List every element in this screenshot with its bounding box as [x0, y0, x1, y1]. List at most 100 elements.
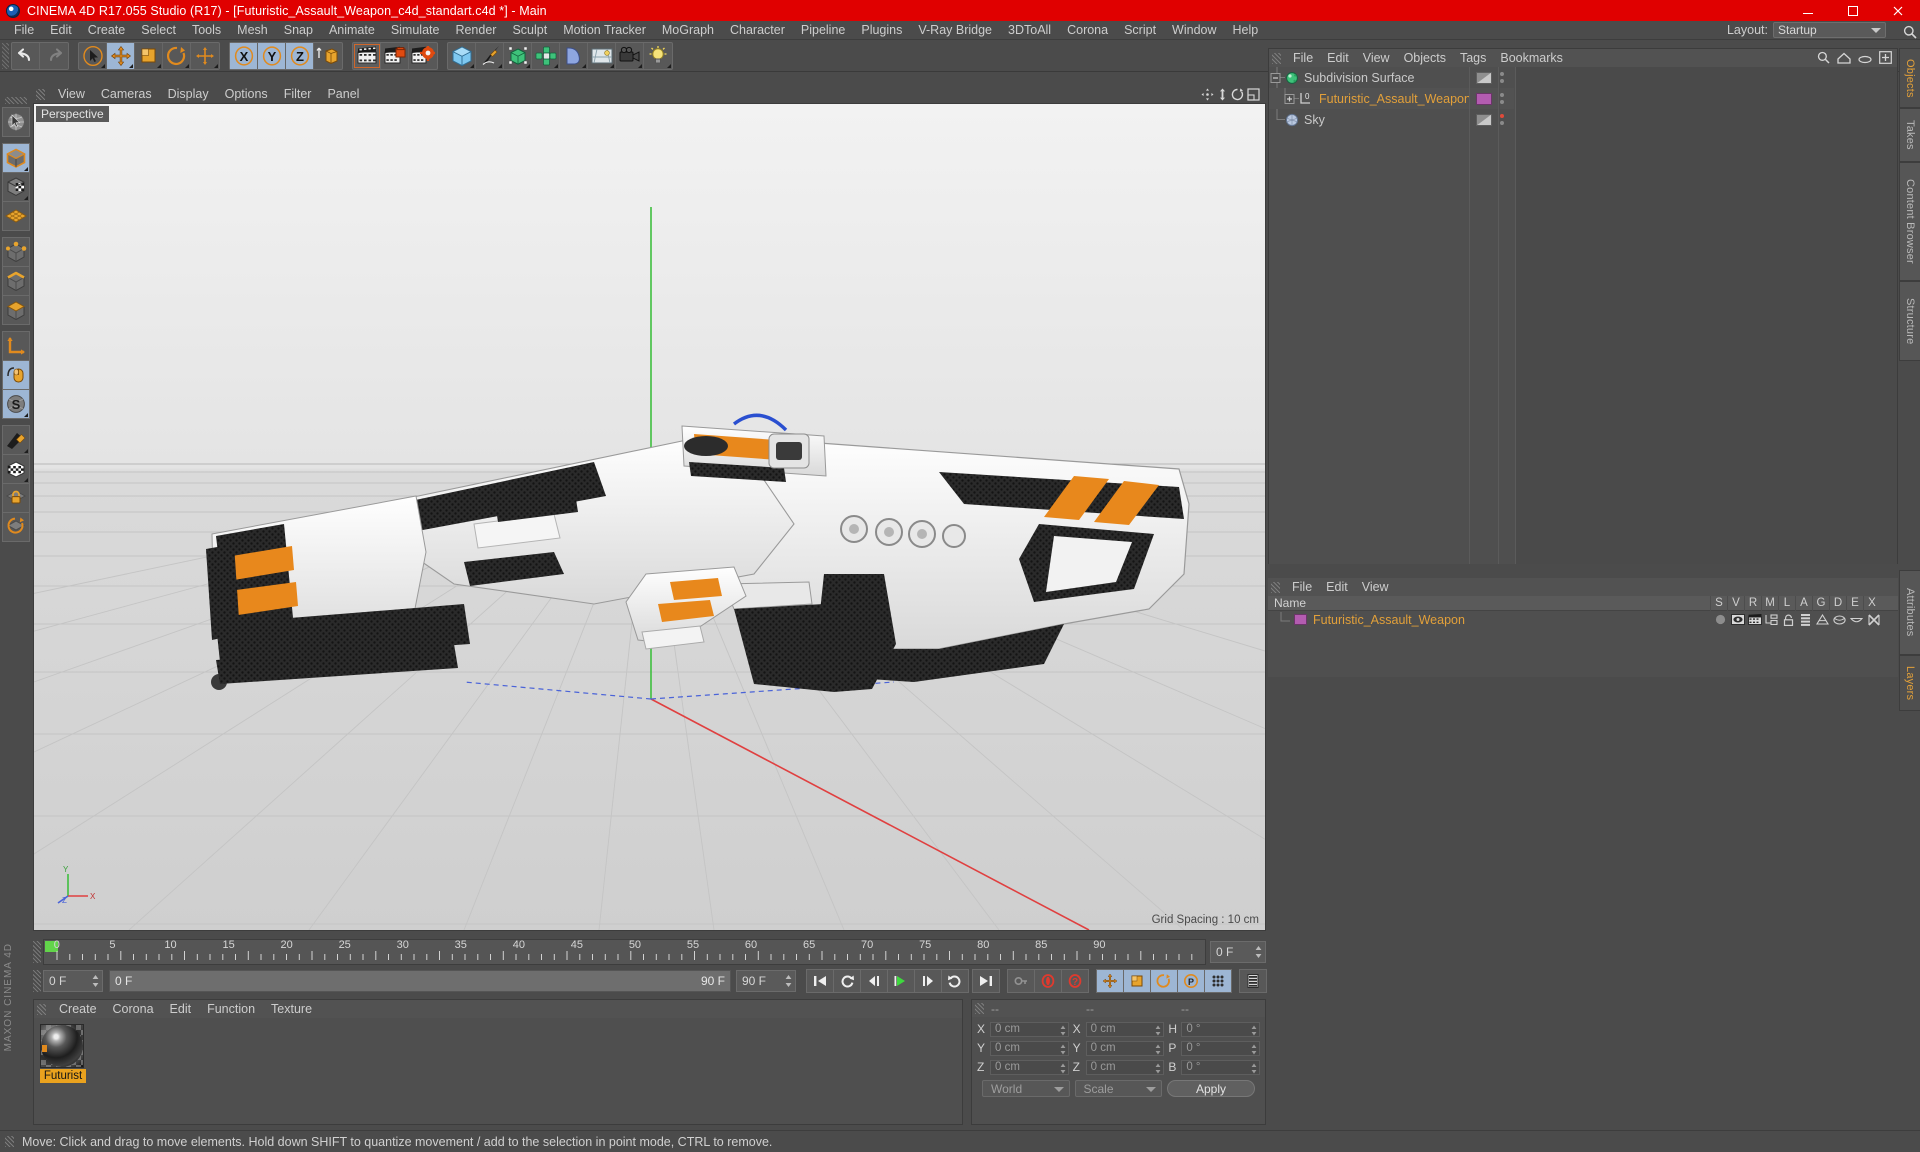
add-deformer-button[interactable]	[560, 42, 588, 69]
play-button[interactable]	[887, 969, 915, 993]
orbit-icon[interactable]	[1231, 88, 1244, 104]
record-scale-button[interactable]	[1123, 969, 1151, 993]
undo-button[interactable]	[12, 42, 40, 69]
material-manager-body[interactable]: Futurist	[34, 1018, 962, 1089]
coordinate-system-select[interactable]: World	[982, 1080, 1070, 1097]
menu-item-create[interactable]: Create	[80, 21, 134, 40]
menu-item-file[interactable]: File	[6, 21, 42, 40]
menu-item-select[interactable]: Select	[133, 21, 184, 40]
layer-menu-view[interactable]: View	[1355, 578, 1396, 596]
tag-cell[interactable]	[1470, 67, 1498, 88]
layer-menu-edit[interactable]: Edit	[1319, 578, 1355, 596]
spinner-icon[interactable]	[1251, 1063, 1257, 1077]
rotation-p-field[interactable]: 0 °	[1181, 1040, 1261, 1058]
object-menu-view[interactable]: View	[1356, 49, 1397, 67]
object-menu-tags[interactable]: Tags	[1453, 49, 1493, 67]
layer-col-m[interactable]: M	[1761, 596, 1778, 611]
tool-enable-snapping[interactable]	[2, 360, 30, 390]
tool-live-selection[interactable]	[2, 107, 30, 137]
layer-row[interactable]: Futuristic_Assault_Weapon	[1268, 611, 1898, 628]
object-manager-grip[interactable]	[1272, 52, 1281, 64]
preview-start-frame-field[interactable]: 0 F	[43, 970, 103, 992]
layer-col-d[interactable]: D	[1829, 596, 1846, 611]
expander-minus-icon[interactable]	[1269, 67, 1285, 88]
apply-button[interactable]: Apply	[1167, 1080, 1255, 1097]
tool-polygon-grid[interactable]	[2, 201, 30, 231]
menu-item-animate[interactable]: Animate	[321, 21, 383, 40]
menu-item-3dtoall[interactable]: 3DToAll	[1000, 21, 1059, 40]
go-to-next-key-button[interactable]	[941, 969, 969, 993]
go-to-next-frame-button[interactable]	[914, 969, 942, 993]
object-menu-file[interactable]: File	[1286, 49, 1320, 67]
spinner-icon[interactable]	[1155, 1025, 1161, 1039]
go-to-previous-key-button[interactable]	[833, 969, 861, 993]
menu-item-script[interactable]: Script	[1116, 21, 1164, 40]
material-item[interactable]: Futurist	[40, 1024, 88, 1083]
menu-item-character[interactable]: Character	[722, 21, 793, 40]
add-spline-button[interactable]	[476, 42, 504, 69]
menu-item-help[interactable]: Help	[1225, 21, 1267, 40]
tool-knife[interactable]	[2, 425, 30, 455]
ellipse-icon[interactable]	[1858, 52, 1872, 67]
dots-icon[interactable]	[1500, 88, 1504, 109]
lock-z-axis-button[interactable]: Z	[286, 42, 314, 69]
add-generator-button[interactable]	[504, 42, 532, 69]
timeline-track[interactable]: 0 5 10 15 20 25 30 35 40 45 50 55 60 65 …	[43, 939, 1206, 965]
tag-cell[interactable]	[1470, 88, 1498, 109]
record-position-button[interactable]	[1096, 969, 1124, 993]
layer-lock-icon[interactable]	[1780, 614, 1797, 626]
tool-workplane[interactable]: S	[2, 389, 30, 419]
scale-mode-select[interactable]: Scale	[1074, 1080, 1162, 1097]
home-icon[interactable]	[1837, 52, 1851, 67]
tool-texture-mode[interactable]	[2, 172, 30, 202]
spinner-icon[interactable]	[1255, 945, 1262, 959]
layer-col-l[interactable]: L	[1778, 596, 1795, 611]
viewport-menu-display[interactable]: Display	[160, 86, 217, 103]
position-x-field[interactable]: 0 cm	[990, 1021, 1069, 1039]
timeline-toggle-button[interactable]	[1239, 969, 1267, 993]
world-object-coordinates-button[interactable]	[314, 43, 342, 69]
layer-animation-icon[interactable]	[1797, 613, 1814, 626]
menu-item-mograph[interactable]: MoGraph	[654, 21, 722, 40]
transform-tool[interactable]	[191, 43, 219, 69]
preview-range-slider[interactable]: 0 F 90 F	[109, 970, 731, 992]
dots-icon[interactable]	[1500, 109, 1504, 130]
menu-item-mesh[interactable]: Mesh	[229, 21, 276, 40]
spinner-icon[interactable]	[1060, 1063, 1066, 1077]
spinner-icon[interactable]	[92, 974, 99, 988]
spinner-icon[interactable]	[1251, 1025, 1257, 1039]
rotate-tool[interactable]	[163, 42, 191, 69]
autokeying-button[interactable]	[1007, 969, 1035, 993]
tab-takes[interactable]: Takes	[1899, 108, 1920, 162]
viewport-menu-cameras[interactable]: Cameras	[93, 86, 160, 103]
menu-item-snap[interactable]: Snap	[276, 21, 321, 40]
spinner-icon[interactable]	[1251, 1044, 1257, 1058]
material-manager-grip[interactable]	[37, 1003, 46, 1015]
viewport-3d[interactable]: Perspective Y X Z Grid Spacing: 10 cm	[33, 103, 1266, 931]
rotation-b-field[interactable]: 0 °	[1181, 1059, 1261, 1077]
spinner-icon[interactable]	[1060, 1025, 1066, 1039]
size-x-field[interactable]: 0 cm	[1085, 1021, 1165, 1039]
tab-layers[interactable]: Layers	[1899, 655, 1920, 711]
object-menu-edit[interactable]: Edit	[1320, 49, 1356, 67]
coordinates-grip[interactable]	[975, 1003, 984, 1014]
layer-menu-file[interactable]: File	[1285, 578, 1319, 596]
object-row-subdivision-surface[interactable]: Subdivision Surface	[1269, 67, 1469, 88]
material-tag-icon[interactable]	[1476, 92, 1492, 105]
live-selection-tool[interactable]	[79, 42, 107, 69]
layer-col-v[interactable]: V	[1727, 596, 1744, 611]
redo-button[interactable]	[40, 43, 68, 69]
object-menu-bookmarks[interactable]: Bookmarks	[1493, 49, 1570, 67]
layer-col-e[interactable]: E	[1846, 596, 1863, 611]
spinner-icon[interactable]	[1155, 1063, 1161, 1077]
visibility-dots[interactable]	[1500, 88, 1514, 109]
transport-grip[interactable]	[33, 970, 41, 992]
layer-color-swatch[interactable]	[1294, 614, 1307, 625]
search-icon[interactable]	[1817, 51, 1830, 67]
viewport-menu-view[interactable]: View	[50, 86, 93, 103]
render-settings-button[interactable]	[409, 43, 437, 69]
layer-col-a[interactable]: A	[1795, 596, 1812, 611]
render-view-button[interactable]	[353, 42, 381, 69]
layer-render-icon[interactable]	[1746, 614, 1763, 625]
checker-tag-icon[interactable]	[1476, 71, 1492, 84]
